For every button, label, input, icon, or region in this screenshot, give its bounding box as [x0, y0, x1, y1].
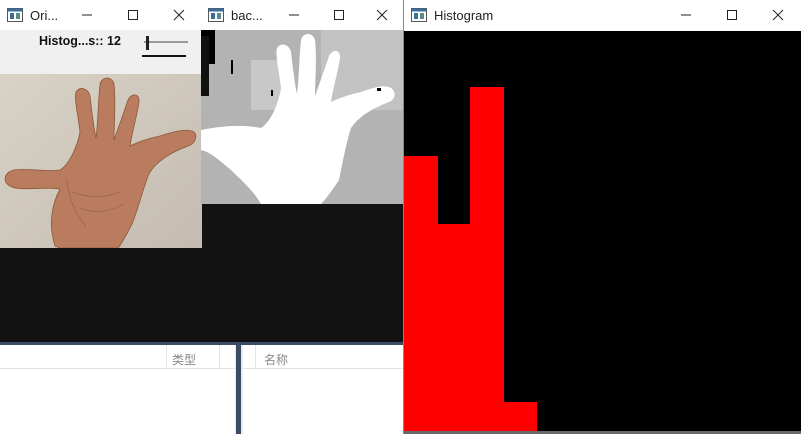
- close-icon: [173, 9, 185, 21]
- trackbar-panel: Histog...s:: 12: [0, 30, 202, 74]
- column-header-type-label: 类型: [172, 353, 197, 367]
- maximize-button[interactable]: [318, 0, 360, 30]
- column-divider[interactable]: [166, 345, 167, 368]
- opencv-window-icon: [7, 8, 23, 22]
- histogram-bar: [437, 224, 471, 434]
- close-button[interactable]: [360, 0, 404, 30]
- histogram-title-bar[interactable]: Histogram: [404, 0, 801, 30]
- column-divider[interactable]: [255, 345, 256, 368]
- histogram-bar: [404, 156, 438, 434]
- original-title-bar[interactable]: Ori...: [0, 0, 202, 30]
- maximize-button[interactable]: [110, 0, 156, 30]
- opencv-window-icon: [411, 8, 427, 22]
- maximize-icon: [727, 10, 737, 20]
- close-button[interactable]: [156, 0, 202, 30]
- histogram-bar: [470, 87, 504, 434]
- opencv-window-icon: [208, 8, 224, 22]
- histogram-bar: [503, 402, 537, 434]
- minimize-button[interactable]: [663, 0, 709, 30]
- column-header-type[interactable]: 类型: [0, 345, 235, 369]
- column-header-name-label: 名称: [264, 353, 289, 367]
- background-window: bac...: [201, 0, 404, 204]
- maximize-icon: [334, 10, 344, 20]
- background-mask-image: [201, 30, 404, 204]
- background-title-bar[interactable]: bac...: [201, 0, 404, 30]
- histogram-chart: [404, 87, 537, 434]
- close-button[interactable]: [755, 0, 801, 30]
- file-explorer-pane: 类型 名称: [0, 342, 404, 434]
- column-divider[interactable]: [219, 345, 220, 368]
- maximize-button[interactable]: [709, 0, 755, 30]
- background-window-title: bac...: [231, 7, 263, 23]
- histogram-window-title: Histogram: [434, 7, 494, 23]
- pane-splitter[interactable]: [235, 345, 243, 434]
- minimize-button[interactable]: [64, 0, 110, 30]
- column-header-name[interactable]: 名称: [243, 345, 404, 369]
- close-icon: [772, 9, 784, 21]
- minimize-icon: [681, 14, 691, 16]
- original-hand-image: [0, 74, 202, 248]
- pane-splitter-bar: [236, 345, 241, 434]
- minimize-button[interactable]: [270, 0, 318, 30]
- trackbar-slider[interactable]: [140, 34, 190, 62]
- original-window-title: Ori...: [30, 7, 59, 23]
- trackbar-label: Histog...s:: 12: [39, 34, 121, 48]
- histogram-window: Histogram: [403, 0, 801, 434]
- close-icon: [376, 9, 388, 21]
- original-window: Ori... Histog...s:: 12: [0, 0, 202, 248]
- minimize-icon: [289, 14, 299, 16]
- minimize-icon: [82, 14, 92, 16]
- histogram-canvas: [404, 31, 801, 434]
- maximize-icon: [128, 10, 138, 20]
